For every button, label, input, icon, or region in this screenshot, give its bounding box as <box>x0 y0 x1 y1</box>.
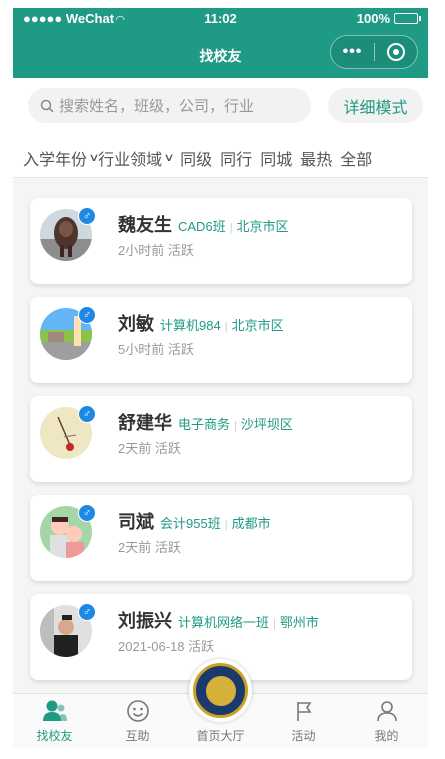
divider: | <box>224 519 228 531</box>
alumni-active-time: 5小时前 活跃 <box>118 342 194 357</box>
alumni-active-time: 2021-06-18 活跃 <box>118 639 215 654</box>
school-seal-icon[interactable] <box>189 659 252 722</box>
tab-activities[interactable]: 活动 <box>262 694 345 748</box>
alumni-card[interactable]: ♂ 魏友生 CAD6班 | 北京市区 2小时前 活跃 <box>30 198 412 284</box>
search-input[interactable]: 搜索姓名，班级，公司，行业 <box>28 88 311 123</box>
filter-same-city[interactable]: 同城 <box>260 146 292 170</box>
filter-all[interactable]: 全部 <box>340 146 372 170</box>
tab-find-alumni[interactable]: 找校友 <box>13 694 96 748</box>
alumni-name: 刘振兴 <box>118 611 172 631</box>
alumni-header: 刘振兴 计算机网络一班 | 鄂州市 <box>118 607 319 633</box>
alumni-class: CAD6班 <box>178 219 226 234</box>
alumni-active-time: 2天前 活跃 <box>118 540 181 555</box>
filter-same-year[interactable]: 同级 <box>180 146 212 170</box>
alumni-list: ♂ 魏友生 CAD6班 | 北京市区 2小时前 活跃 ♂ 刘敏 计算机984 |… <box>30 198 412 693</box>
alumni-city: 北京市区 <box>231 318 284 333</box>
battery: 100% <box>356 11 421 26</box>
gender-male-icon: ♂ <box>78 306 96 324</box>
alumni-header: 司斌 会计955班 | 成都市 <box>118 508 271 534</box>
filter-same-industry[interactable]: 同行 <box>220 146 252 170</box>
circle-close-icon[interactable] <box>375 43 417 61</box>
tab-label: 活动 <box>291 729 316 743</box>
filter-year-dropdown[interactable]: 入学年份 ∨ <box>23 146 100 170</box>
user-icon <box>345 699 428 723</box>
more-dots-icon[interactable]: ••• <box>331 43 374 61</box>
top-bar: ●●●●● WeChat ◠ 11:02 100% 找校友 ••• <box>13 8 428 78</box>
status-bar: ●●●●● WeChat ◠ 11:02 100% <box>13 8 428 30</box>
battery-percent: 100% <box>356 11 390 26</box>
alumni-active-time: 2天前 活跃 <box>118 441 181 456</box>
divider: | <box>229 222 233 234</box>
detail-mode-button[interactable]: 详细模式 <box>328 88 423 123</box>
gender-male-icon: ♂ <box>78 207 96 225</box>
alumni-city: 北京市区 <box>236 219 289 234</box>
alumni-city: 鄂州市 <box>279 615 319 630</box>
alumni-name: 刘敏 <box>118 314 154 334</box>
tab-mine[interactable]: 我的 <box>345 694 428 748</box>
smile-icon <box>96 699 179 723</box>
chevron-down-icon: ∨ <box>88 152 100 164</box>
mini-program-capsule: ••• <box>330 35 418 69</box>
alumni-class: 会计955班 <box>160 516 221 531</box>
phone-screen: ●●●●● WeChat ◠ 11:02 100% 找校友 ••• 搜索姓名，班级… <box>13 8 428 748</box>
divider: | <box>234 420 237 432</box>
alumni-card[interactable]: ♂ 舒建华 电子商务 | 沙坪坝区 2天前 活跃 <box>30 396 412 482</box>
tab-label: 找校友 <box>36 729 73 743</box>
battery-icon <box>394 13 421 24</box>
gender-male-icon: ♂ <box>78 405 96 423</box>
alumni-card[interactable]: ♂ 刘敏 计算机984 | 北京市区 5小时前 活跃 <box>30 297 412 383</box>
alumni-header: 舒建华 电子商务 | 沙坪坝区 <box>118 409 293 435</box>
search-placeholder: 搜索姓名，班级，公司，行业 <box>59 98 255 115</box>
search-icon <box>40 99 54 113</box>
tab-label: 首页大厅 <box>196 729 245 743</box>
alumni-header: 魏友生 CAD6班 | 北京市区 <box>118 211 289 237</box>
tab-label: 互助 <box>125 729 150 743</box>
filter-industry-dropdown[interactable]: 行业领域 ∨ <box>98 146 175 170</box>
alumni-city: 成都市 <box>231 516 271 531</box>
alumni-class: 计算机网络一班 <box>178 615 270 630</box>
alumni-icon <box>13 699 96 723</box>
gender-male-icon: ♂ <box>78 504 96 522</box>
tab-label: 我的 <box>374 729 399 743</box>
alumni-card[interactable]: ♂ 司斌 会计955班 | 成都市 2天前 活跃 <box>30 495 412 581</box>
alumni-header: 刘敏 计算机984 | 北京市区 <box>118 310 284 336</box>
chevron-down-icon: ∨ <box>163 152 175 164</box>
filter-bar: 入学年份 ∨ 行业领域 ∨ 同级 同行 同城 最热 全部 <box>13 138 428 178</box>
alumni-name: 舒建华 <box>118 413 172 433</box>
alumni-name: 魏友生 <box>118 215 172 235</box>
alumni-class: 计算机984 <box>160 318 221 333</box>
flag-icon <box>262 699 345 723</box>
divider: | <box>224 321 228 333</box>
divider: | <box>273 618 276 630</box>
alumni-active-time: 2小时前 活跃 <box>118 243 194 258</box>
gender-male-icon: ♂ <box>78 603 96 621</box>
search-bar: 搜索姓名，班级，公司，行业 详细模式 <box>13 78 428 138</box>
alumni-class: 电子商务 <box>178 417 231 432</box>
alumni-city: 沙坪坝区 <box>240 417 293 432</box>
tab-help[interactable]: 互助 <box>96 694 179 748</box>
alumni-name: 司斌 <box>118 512 154 532</box>
filter-hottest[interactable]: 最热 <box>300 146 332 170</box>
